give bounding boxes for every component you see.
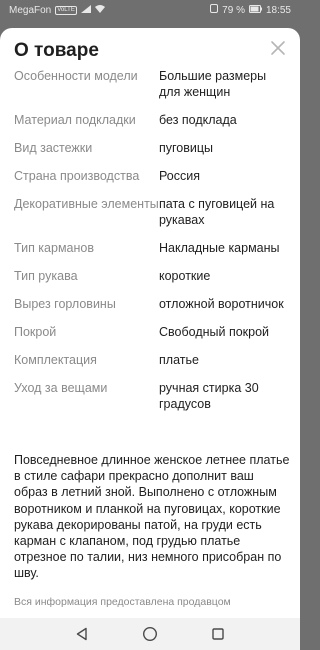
spec-row: Страна производства Россия — [14, 168, 286, 184]
spec-label: Страна производства — [14, 169, 140, 183]
spec-label: Тип карманов — [14, 241, 94, 255]
spec-row: Уход за вещами ручная стирка 30 градусов — [14, 380, 286, 412]
spec-value: платье — [159, 353, 199, 367]
close-icon — [271, 41, 285, 55]
recents-button[interactable] — [207, 623, 229, 645]
clock: 18:55 — [265, 4, 291, 16]
spec-label: Тип рукава — [14, 269, 78, 283]
back-button[interactable] — [71, 623, 93, 645]
spec-row: Декоративные элементы пата с пуговицей на… — [14, 196, 286, 228]
battery-icon — [248, 4, 262, 16]
spec-label: Вырез горловины — [14, 297, 116, 311]
spec-value: без подклада — [159, 113, 237, 127]
spec-row: Покрой Свободный покрой — [14, 324, 286, 340]
spec-value: Большие размеры для женщин — [159, 69, 267, 99]
product-info-sheet: О товаре Особенности модели Большие разме… — [0, 28, 300, 618]
volte-badge: VoLTE — [55, 5, 77, 15]
spec-row: Тип рукава короткие — [14, 268, 286, 284]
battery-percent: 79 % — [222, 4, 245, 16]
spec-row: Тип карманов Накладные карманы — [14, 240, 286, 256]
spec-row: Материал подкладки без подклада — [14, 112, 286, 128]
sheet-title: О товаре — [14, 40, 99, 61]
spec-value: отложной воротничок — [159, 297, 284, 311]
home-circle-icon — [142, 626, 158, 642]
spec-label: Материал подкладки — [14, 113, 136, 127]
spec-value: пата с пуговицей на рукавах — [159, 197, 275, 227]
spec-row: Вид застежки пуговицы — [14, 140, 286, 156]
spec-value: Свободный покрой — [159, 325, 270, 339]
spec-row: Особенности модели Большие размеры для же… — [14, 68, 286, 100]
nfc-icon — [210, 4, 219, 16]
spec-row: Вырез горловины отложной воротничок — [14, 296, 286, 312]
spec-value: короткие — [159, 269, 211, 283]
status-right: 79 % 18:55 — [210, 4, 291, 16]
spec-value: Россия — [159, 169, 200, 183]
close-button[interactable] — [270, 40, 286, 56]
spec-label: Комплектация — [14, 353, 97, 367]
system-nav-bar — [0, 618, 300, 650]
spec-value: ручная стирка 30 градусов — [159, 381, 259, 411]
spec-label: Уход за вещами — [14, 381, 108, 395]
back-triangle-icon — [76, 627, 87, 641]
product-description: Повседневное длинное женское летнее плат… — [14, 453, 290, 581]
wifi-icon — [94, 4, 105, 16]
recents-square-icon — [212, 628, 224, 640]
spec-label: Особенности модели — [14, 69, 138, 83]
spec-label: Вид застежки — [14, 141, 93, 155]
signal-icon — [80, 4, 91, 16]
spec-label: Декоративные элементы — [14, 197, 159, 211]
status-left: MegaFon VoLTE — [9, 4, 105, 16]
spec-value: пуговицы — [159, 141, 214, 155]
carrier-name: MegaFon — [9, 4, 52, 16]
spec-label: Покрой — [14, 325, 57, 339]
status-bar: MegaFon VoLTE 79 % 18:55 — [0, 0, 300, 20]
home-button[interactable] — [139, 623, 161, 645]
spec-value: Накладные карманы — [159, 241, 280, 255]
spec-table: Особенности модели Большие размеры для же… — [14, 68, 286, 424]
spec-row: Комплектация платье — [14, 352, 286, 368]
seller-disclaimer: Вся информация предоставлена продавцом — [14, 596, 231, 608]
